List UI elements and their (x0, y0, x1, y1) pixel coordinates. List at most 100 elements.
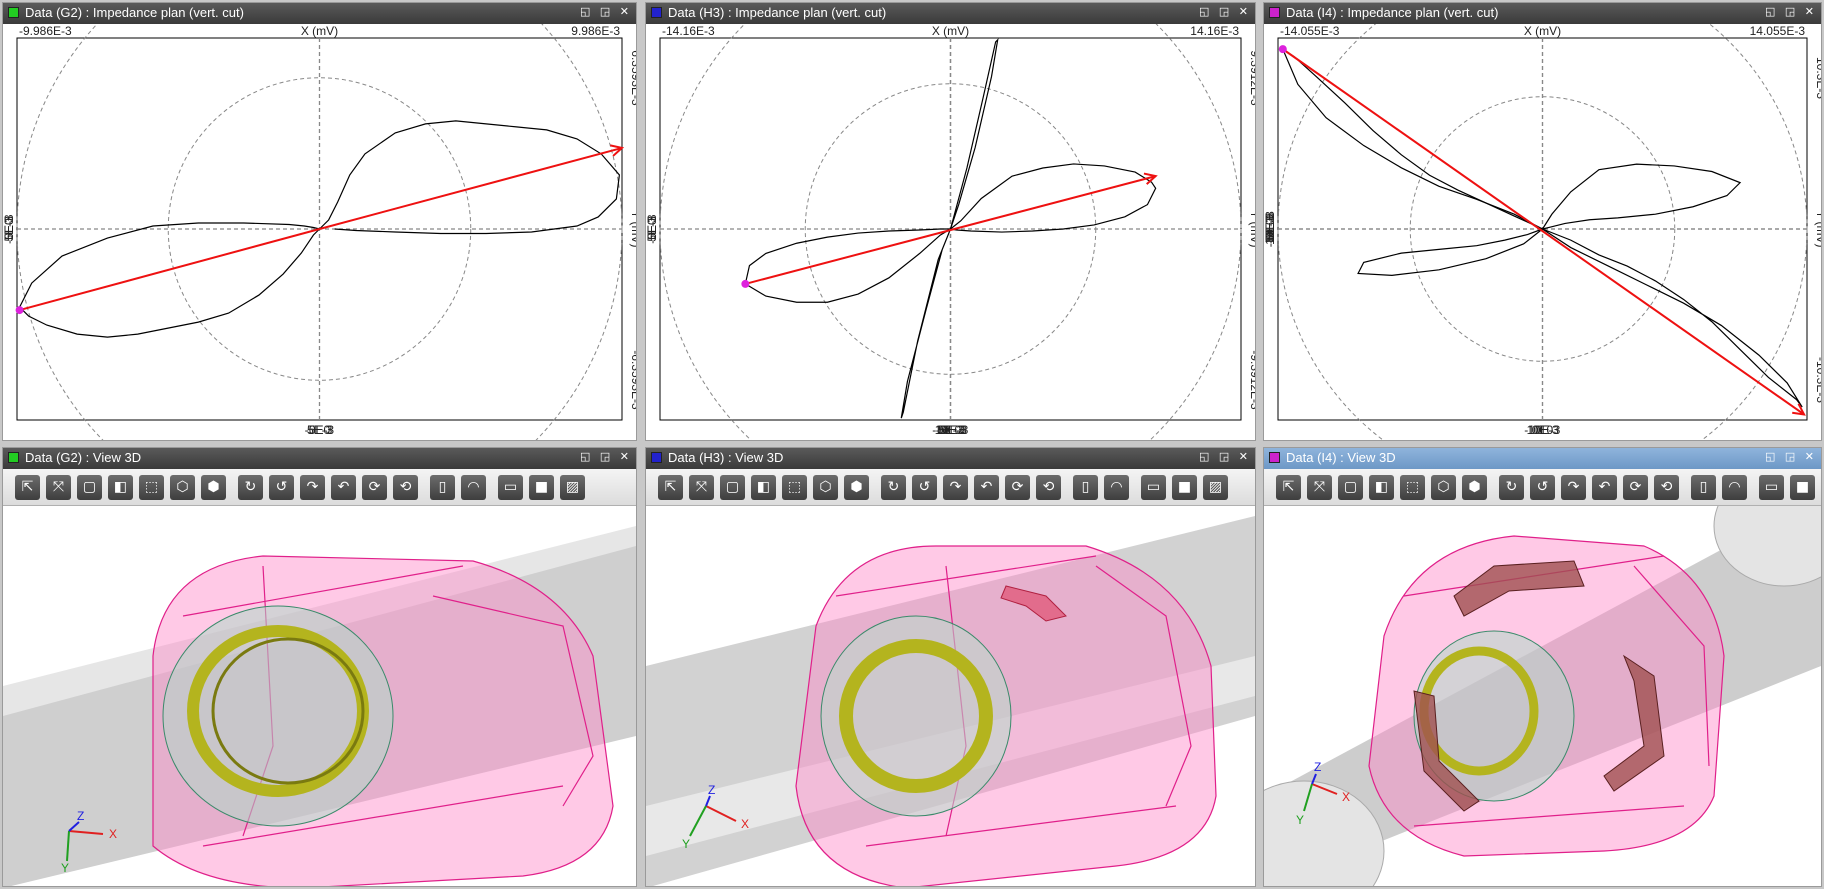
panel-titlebar[interactable]: Data (H3) : View 3D ◱ ◲ ✕ (646, 448, 1255, 469)
rotate-up-icon[interactable]: ⟳ (1005, 475, 1030, 500)
rotate-ccw-icon[interactable]: ↺ (912, 475, 937, 500)
start-marker (15, 306, 24, 315)
cube-solid-icon[interactable]: ⬢ (844, 475, 869, 500)
hatch-icon[interactable]: ▨ (560, 475, 585, 500)
view3d-scene[interactable]: X Y Z (3, 506, 636, 886)
rotate-cw-icon[interactable]: ↻ (1499, 475, 1524, 500)
view3d-toolbar: ⇱ ⤧ ▢ ◧ ⬚ ⬡ ⬢ ↻ ↺ ↷ ↶ ⟳ ⟲ ▯ ◠ ▭ ■ ▨ (646, 469, 1255, 506)
y-tick-label: -5E-3 (646, 214, 659, 244)
rotate-left-icon[interactable]: ↷ (1561, 475, 1586, 500)
cube-front-icon[interactable]: ▢ (720, 475, 745, 500)
rotate-down-icon[interactable]: ⟲ (1654, 475, 1679, 500)
cube-front-icon[interactable]: ▢ (77, 475, 102, 500)
start-marker (1278, 45, 1287, 54)
axis-x-label: X (109, 827, 117, 841)
window-buttons[interactable]: ◱ ◲ ✕ (1765, 450, 1817, 463)
impedance-plot[interactable]: -5E-3 0E0 5E-3 5E-3 0E0 -5E-3 -9.986E-3 9.986E-… (3, 24, 636, 440)
cube-iso-icon[interactable]: ⬡ (1431, 475, 1456, 500)
window-buttons[interactable]: ◱ ◲ ✕ (1765, 5, 1817, 18)
pointer-icon[interactable]: ⇱ (15, 475, 40, 500)
panel-titlebar[interactable]: Data (G2) : Impedance plan (vert. cut) ◱… (3, 3, 636, 24)
impedance-plot[interactable]: -10E-3 0E0 10E-3 10E-3 5E-3 0E0 -5E-3 -10E-3 -14… (1264, 24, 1821, 440)
rotate-up-icon[interactable]: ⟳ (1623, 475, 1648, 500)
box-fill-icon[interactable]: ■ (1790, 475, 1815, 500)
box-outline-icon[interactable]: ▭ (1141, 475, 1166, 500)
view3d-viewport[interactable]: X Y Z (3, 506, 636, 886)
rotate-down-icon[interactable]: ⟲ (1036, 475, 1061, 500)
fit-all-icon[interactable]: ⤧ (46, 475, 71, 500)
cube-top-icon[interactable]: ◧ (1369, 475, 1394, 500)
axis-y-label: Y (682, 837, 690, 851)
cut-plane-icon[interactable]: ▯ (430, 475, 455, 500)
y-axis-label: Y (mV) (1248, 210, 1255, 247)
rotate-right-icon[interactable]: ↶ (1592, 475, 1617, 500)
impedance-chart-g2[interactable]: -5E-30E05E-35E-30E0-5E-3-9.986E-3 9.986E-… (3, 24, 636, 440)
cut-plane-icon[interactable]: ▯ (1073, 475, 1098, 500)
y-min-label: -6.3593E-3 (629, 350, 636, 410)
panel-title: Data (H3) : View 3D (668, 450, 784, 465)
rotate-right-icon[interactable]: ↶ (331, 475, 356, 500)
rotate-cw-icon[interactable]: ↻ (238, 475, 263, 500)
rotate-ccw-icon[interactable]: ↺ (1530, 475, 1555, 500)
rotate-ccw-icon[interactable]: ↺ (269, 475, 294, 500)
axis-z-label: Z (1314, 760, 1321, 774)
rotate-cw-icon[interactable]: ↻ (881, 475, 906, 500)
view3d-viewport[interactable]: X Y Z (1264, 506, 1821, 886)
window-buttons[interactable]: ◱ ◲ ✕ (1199, 5, 1251, 18)
y-axis-label: Y (mV) (629, 210, 636, 247)
protractor-icon[interactable]: ◠ (461, 475, 486, 500)
rotate-left-icon[interactable]: ↷ (300, 475, 325, 500)
cube-solid-icon[interactable]: ⬢ (1462, 475, 1487, 500)
cube-wire-icon[interactable]: ⬚ (139, 475, 164, 500)
box-outline-icon[interactable]: ▭ (1759, 475, 1784, 500)
panel-titlebar[interactable]: Data (G2) : View 3D ◱ ◲ ✕ (3, 448, 636, 469)
view3d-scene[interactable]: X Y Z (646, 506, 1255, 886)
axis-z-label: Z (708, 783, 715, 797)
x-max-label: 14.16E-3 (1190, 24, 1239, 38)
panel-titlebar[interactable]: Data (H3) : Impedance plan (vert. cut) ◱… (646, 3, 1255, 24)
impedance-chart-i4[interactable]: -10E-30E010E-310E-35E-30E0-5E-3-10E-3-14… (1264, 24, 1821, 440)
impedance-panel-h3: Data (H3) : Impedance plan (vert. cut) ◱… (645, 2, 1256, 441)
panel-titlebar[interactable]: Data (I4) : View 3D ◱ ◲ ✕ (1264, 448, 1821, 469)
rotate-down-icon[interactable]: ⟲ (393, 475, 418, 500)
view3d-scene[interactable]: X Y Z (1264, 506, 1821, 886)
cube-iso-icon[interactable]: ⬡ (170, 475, 195, 500)
rotate-left-icon[interactable]: ↷ (943, 475, 968, 500)
rotate-right-icon[interactable]: ↶ (974, 475, 999, 500)
y-max-label: 10.3E-3 (1814, 57, 1821, 99)
impedance-panel-g2: Data (G2) : Impedance plan (vert. cut) ◱… (2, 2, 637, 441)
protractor-icon[interactable]: ◠ (1722, 475, 1747, 500)
view3d-viewport[interactable]: X Y Z (646, 506, 1255, 886)
cube-top-icon[interactable]: ◧ (108, 475, 133, 500)
cube-front-icon[interactable]: ▢ (1338, 475, 1363, 500)
pointer-icon[interactable]: ⇱ (1276, 475, 1301, 500)
pointer-icon[interactable]: ⇱ (658, 475, 683, 500)
cut-plane-icon[interactable]: ▯ (1691, 475, 1716, 500)
x-tick-label: 5E-3 (307, 423, 333, 437)
panel-title: Data (I4) : Impedance plan (vert. cut) (1286, 5, 1499, 20)
y-tick-label: -5E-3 (3, 214, 16, 244)
impedance-plot[interactable]: -10E-3 -5E-3 0E0 5E-3 10E-3 5E-3 0E0 -5E-3 -14.1… (646, 24, 1255, 440)
cube-wire-icon[interactable]: ⬚ (1400, 475, 1425, 500)
fit-all-icon[interactable]: ⤧ (689, 475, 714, 500)
y-axis-label: Y (mV) (1814, 210, 1821, 247)
window-buttons[interactable]: ◱ ◲ ✕ (580, 450, 632, 463)
cube-solid-icon[interactable]: ⬢ (201, 475, 226, 500)
hatch-icon[interactable]: ▨ (1203, 475, 1228, 500)
rotate-up-icon[interactable]: ⟳ (362, 475, 387, 500)
cube-wire-icon[interactable]: ⬚ (782, 475, 807, 500)
x-max-label: 9.986E-3 (571, 24, 620, 38)
box-fill-icon[interactable]: ■ (1172, 475, 1197, 500)
impedance-chart-h3[interactable]: -10E-3-5E-30E05E-310E-35E-30E0-5E-3-14.1… (646, 24, 1255, 440)
protractor-icon[interactable]: ◠ (1104, 475, 1129, 500)
cube-top-icon[interactable]: ◧ (751, 475, 776, 500)
y-min-label: -9.3912E-3 (1248, 350, 1255, 410)
panel-title: Data (G2) : View 3D (25, 450, 142, 465)
box-fill-icon[interactable]: ■ (529, 475, 554, 500)
window-buttons[interactable]: ◱ ◲ ✕ (580, 5, 632, 18)
fit-all-icon[interactable]: ⤧ (1307, 475, 1332, 500)
panel-titlebar[interactable]: Data (I4) : Impedance plan (vert. cut) ◱… (1264, 3, 1821, 24)
window-buttons[interactable]: ◱ ◲ ✕ (1199, 450, 1251, 463)
cube-iso-icon[interactable]: ⬡ (813, 475, 838, 500)
box-outline-icon[interactable]: ▭ (498, 475, 523, 500)
